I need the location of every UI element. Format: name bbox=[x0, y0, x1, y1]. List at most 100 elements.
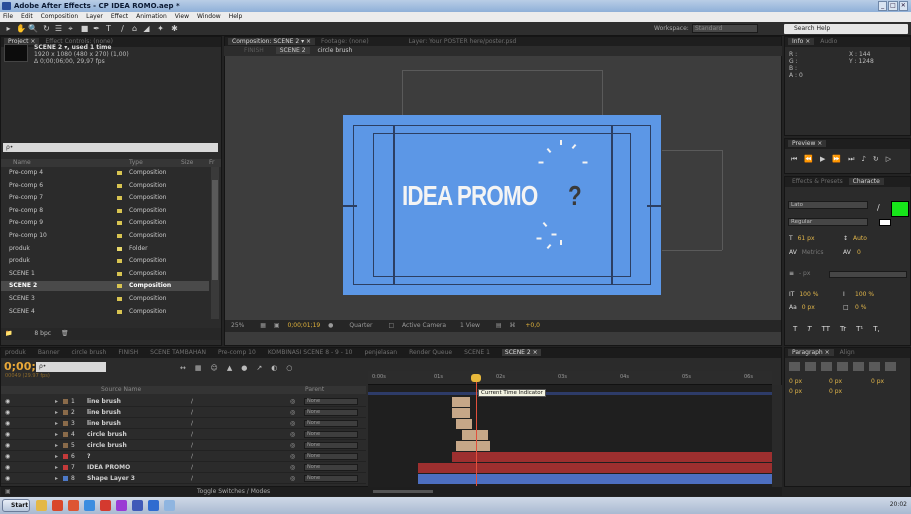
project-search-input[interactable]: ρ• bbox=[3, 143, 218, 152]
timeline-tab[interactable]: SCENE 2 × bbox=[501, 349, 541, 356]
tsume-value[interactable]: 0 % bbox=[855, 304, 866, 311]
timeline-tab[interactable]: circle brush bbox=[71, 349, 106, 356]
parent-pickwhip-icon[interactable]: ◎ bbox=[290, 440, 295, 451]
faux-bold-button[interactable]: T bbox=[793, 325, 797, 333]
audio-icon[interactable]: ♪ bbox=[861, 155, 865, 164]
browser-icon[interactable] bbox=[84, 500, 95, 511]
layer-switch-icon[interactable]: ∕ bbox=[191, 418, 193, 429]
folder-icon[interactable]: 📁 bbox=[5, 330, 12, 337]
parent-pickwhip-icon[interactable]: ◎ bbox=[290, 429, 295, 440]
align-left-icon[interactable] bbox=[789, 362, 800, 371]
last-frame-icon[interactable]: ⏭ bbox=[848, 155, 854, 164]
menu-animation[interactable]: Animation bbox=[136, 12, 167, 22]
layer-switch-icon[interactable]: ∕ bbox=[191, 451, 193, 462]
layer-row[interactable]: ◉ ▸ 6? ∕ ◎ None bbox=[1, 451, 366, 462]
label-color-swatch[interactable] bbox=[117, 271, 122, 276]
eyedropper-icon[interactable]: ∕ bbox=[877, 203, 887, 213]
col-frame-rate[interactable]: Fr bbox=[209, 159, 214, 167]
layer-label-color[interactable] bbox=[63, 399, 68, 404]
stroke-type-select[interactable] bbox=[829, 271, 907, 278]
tab-character[interactable]: Characte bbox=[848, 178, 884, 185]
project-item[interactable]: Pre-comp 6 Composition bbox=[1, 181, 209, 191]
label-color-swatch[interactable] bbox=[117, 297, 122, 301]
tab-preview[interactable]: Preview × bbox=[788, 140, 827, 147]
media-player-icon[interactable] bbox=[68, 500, 79, 511]
col-size[interactable]: Size bbox=[181, 159, 193, 167]
layer-name[interactable]: IDEA PROMO bbox=[87, 462, 130, 473]
leading-value[interactable]: Auto bbox=[853, 235, 867, 242]
zoom-tool-icon[interactable]: 🔍 bbox=[28, 25, 38, 33]
start-button[interactable]: Start bbox=[2, 499, 30, 512]
expand-twirl-icon[interactable]: ▸ bbox=[55, 462, 58, 473]
fill-color-swatch[interactable] bbox=[891, 201, 909, 217]
project-item[interactable]: SCENE 3 Composition bbox=[1, 294, 209, 304]
rotate-tool-icon[interactable]: ↻ bbox=[42, 25, 51, 33]
project-item[interactable]: Pre-comp 8 Composition bbox=[1, 206, 209, 216]
label-color-swatch[interactable] bbox=[117, 208, 122, 213]
project-item[interactable]: Pre-comp 9 Composition bbox=[1, 218, 209, 228]
parent-pickwhip-icon[interactable]: ◎ bbox=[290, 407, 295, 418]
tab-align[interactable]: Align bbox=[836, 349, 859, 356]
align-center-icon[interactable] bbox=[805, 362, 816, 371]
vertical-scale-value[interactable]: 100 % bbox=[799, 291, 818, 298]
layer-duration-bar[interactable] bbox=[452, 397, 470, 407]
selection-tool-icon[interactable]: ▸ bbox=[4, 25, 13, 33]
menu-file[interactable]: File bbox=[3, 12, 13, 22]
eye-visibility-icon[interactable]: ◉ bbox=[5, 462, 10, 473]
camera-snapshot-icon[interactable]: ▣ bbox=[274, 322, 280, 329]
expand-twirl-icon[interactable]: ▸ bbox=[55, 473, 58, 484]
magnification-select[interactable]: 25% bbox=[231, 322, 244, 329]
tab-audio[interactable]: Audio bbox=[816, 38, 841, 45]
chrome-icon[interactable] bbox=[52, 500, 63, 511]
eraser-tool-icon[interactable]: ◢ bbox=[142, 25, 151, 33]
search-help-input[interactable]: Search Help bbox=[784, 24, 908, 34]
label-color-swatch[interactable] bbox=[117, 246, 122, 251]
layer-switch-icon[interactable]: ∕ bbox=[191, 473, 193, 484]
parent-select[interactable]: None bbox=[304, 475, 358, 482]
parent-pickwhip-icon[interactable]: ◎ bbox=[290, 473, 295, 484]
layer-name[interactable]: circle brush bbox=[87, 440, 127, 451]
type-tool-icon[interactable]: T bbox=[104, 25, 113, 33]
indent-right-value[interactable]: 0 px bbox=[829, 378, 842, 385]
expand-twirl-icon[interactable]: ▸ bbox=[55, 407, 58, 418]
work-area-bar[interactable] bbox=[368, 392, 772, 395]
loop-icon[interactable]: ↻ bbox=[873, 155, 879, 164]
breadcrumb-finish[interactable]: FINISH bbox=[244, 47, 264, 54]
space-before-value[interactable]: 0 px bbox=[789, 388, 802, 395]
eye-visibility-icon[interactable]: ◉ bbox=[5, 473, 10, 484]
project-item[interactable]: SCENE 2 Composition bbox=[1, 281, 209, 292]
label-color-swatch[interactable] bbox=[117, 309, 122, 314]
eye-visibility-icon[interactable]: ◉ bbox=[5, 407, 10, 418]
layer-label-color[interactable] bbox=[63, 465, 68, 470]
tab-paragraph[interactable]: Paragraph × bbox=[788, 349, 834, 356]
faux-italic-button[interactable]: T bbox=[807, 325, 811, 333]
layer-row[interactable]: ◉ ▸ 5 circle brush ∕ ◎ None bbox=[1, 440, 366, 451]
layer-name[interactable]: Shape Layer 3 bbox=[87, 473, 135, 484]
layer-duration-bar[interactable] bbox=[452, 408, 470, 418]
project-item[interactable]: Pre-comp 7 Composition bbox=[1, 193, 209, 203]
first-frame-icon[interactable]: ⏮ bbox=[791, 155, 797, 164]
layer-label-color[interactable] bbox=[63, 476, 68, 481]
stroke-color-swatch[interactable] bbox=[879, 219, 891, 226]
layer-duration-bar[interactable] bbox=[456, 441, 490, 451]
parent-select[interactable]: None bbox=[304, 442, 358, 449]
layer-row[interactable]: ◉ ▸ 2 line brush ∕ ◎ None bbox=[1, 407, 366, 418]
parent-select[interactable]: None bbox=[304, 409, 358, 416]
timeline-tab[interactable]: SCENE TAMBAHAN bbox=[150, 349, 206, 356]
viewer-timecode[interactable]: 0;00;01;19 bbox=[287, 322, 320, 329]
premiere-icon[interactable] bbox=[116, 500, 127, 511]
layer-name[interactable]: line brush bbox=[87, 396, 121, 407]
space-after-value[interactable]: 0 px bbox=[829, 388, 842, 395]
project-item[interactable]: SCENE 4 Composition bbox=[1, 307, 209, 317]
parent-pickwhip-icon[interactable]: ◎ bbox=[290, 451, 295, 462]
eye-visibility-icon[interactable]: ◉ bbox=[5, 429, 10, 440]
trash-icon[interactable]: 🗑 bbox=[61, 330, 69, 337]
label-color-swatch[interactable] bbox=[117, 284, 122, 289]
layer-label-color[interactable] bbox=[63, 454, 68, 459]
close-button[interactable]: ✕ bbox=[898, 1, 908, 11]
parent-select[interactable]: None bbox=[304, 431, 358, 438]
layer-name[interactable]: line brush bbox=[87, 418, 121, 429]
mask-tool-icon[interactable]: ■ bbox=[80, 25, 89, 33]
layer-name[interactable]: circle brush bbox=[87, 429, 127, 440]
font-size-value[interactable]: 61 px bbox=[798, 235, 815, 242]
